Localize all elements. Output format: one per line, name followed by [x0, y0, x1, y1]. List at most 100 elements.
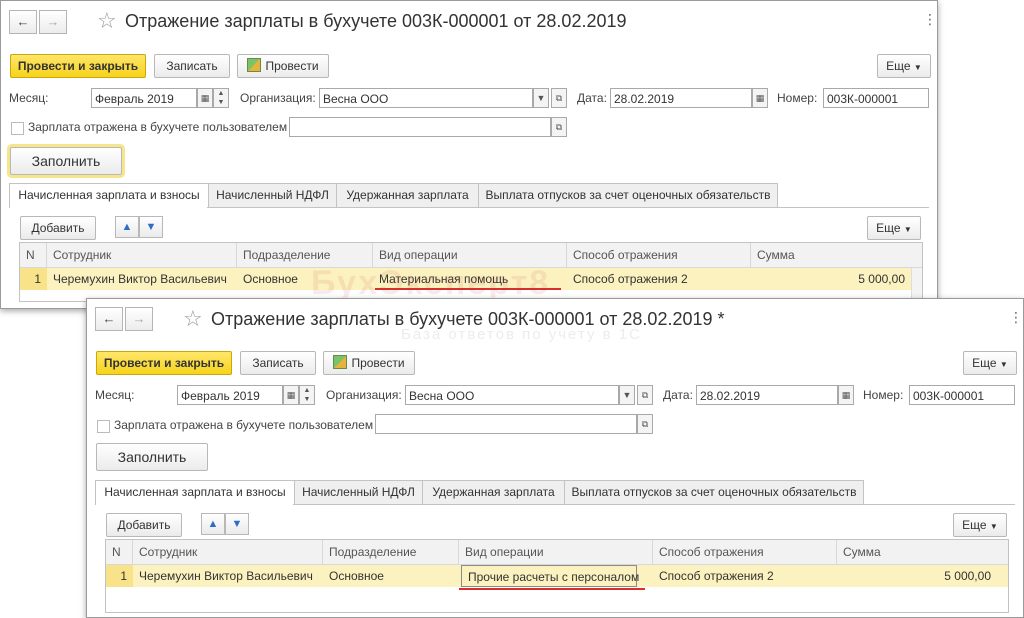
tab-accrued-ndfl[interactable]: Начисленный НДФЛ [208, 183, 337, 207]
organization-field[interactable]: Весна ООО [405, 385, 619, 405]
tab-accrued-salary[interactable]: Начисленная зарплата и взносы [95, 480, 295, 505]
move-down-icon[interactable]: ▼ [139, 216, 163, 238]
cell-department[interactable]: Основное [323, 565, 459, 587]
forward-arrow-icon[interactable]: → [125, 307, 153, 331]
month-field[interactable]: Февраль 2019 [177, 385, 283, 405]
cell-method[interactable]: Способ отражения 2 [653, 565, 837, 587]
column-header-employee[interactable]: Сотрудник [133, 540, 323, 564]
column-header-method[interactable]: Способ отражения [567, 243, 751, 267]
table-more-button[interactable]: Еще ▼ [867, 216, 921, 240]
table-more-label: Еще [962, 518, 987, 532]
more-button[interactable]: Еще ▼ [963, 351, 1017, 375]
table-scrollbar[interactable] [911, 268, 922, 300]
window-menu-icon[interactable]: ⋮ [1009, 309, 1023, 326]
back-arrow-icon[interactable]: ← [9, 10, 37, 34]
month-label: Месяц: [9, 91, 49, 105]
move-up-icon[interactable]: ▲ [201, 513, 225, 535]
cell-employee[interactable]: Черемухин Виктор Васильевич [47, 268, 237, 290]
open-link-icon[interactable]: ⧉ [637, 385, 653, 405]
cell-amount[interactable]: 5 000,00 [751, 268, 911, 290]
date-label: Дата: [663, 388, 693, 402]
cell-employee[interactable]: Черемухин Виктор Васильевич [133, 565, 323, 587]
add-button[interactable]: Добавить [20, 216, 96, 240]
tab-accrued-ndfl[interactable]: Начисленный НДФЛ [294, 480, 423, 504]
column-header-n[interactable]: N [106, 540, 133, 564]
chevron-down-icon: ▼ [989, 522, 998, 531]
fill-button[interactable]: Заполнить [10, 147, 122, 175]
month-stepper[interactable]: ▲ ▼ [299, 385, 315, 405]
move-down-icon[interactable]: ▼ [225, 513, 249, 535]
column-header-operation[interactable]: Вид операции [459, 540, 653, 564]
column-header-department[interactable]: Подразделение [323, 540, 459, 564]
number-label: Номер: [863, 388, 904, 402]
column-header-employee[interactable]: Сотрудник [47, 243, 237, 267]
table-row[interactable]: 1 Черемухин Виктор Васильевич Основное П… [106, 565, 1008, 587]
open-link-icon[interactable]: ⧉ [637, 414, 653, 434]
favorite-star-icon[interactable]: ☆ [97, 9, 117, 33]
table-more-button[interactable]: Еще ▼ [953, 513, 1007, 537]
cell-n[interactable]: 1 [20, 268, 47, 290]
cell-amount[interactable]: 5 000,00 [837, 565, 997, 587]
salary-table: N Сотрудник Подразделение Вид операции С… [105, 539, 1009, 613]
month-stepper[interactable]: ▲ ▼ [213, 88, 229, 108]
fill-button[interactable]: Заполнить [96, 443, 208, 471]
more-button-label: Еще [972, 356, 997, 370]
organization-field[interactable]: Весна ООО [319, 88, 533, 108]
tab-vacation-payments[interactable]: Выплата отпусков за счет оценочных обяза… [564, 480, 864, 504]
calendar-icon[interactable]: ▦ [197, 88, 213, 108]
dropdown-arrow-icon[interactable]: ▼ [619, 385, 635, 405]
user-reflected-checkbox[interactable] [11, 122, 24, 135]
number-label: Номер: [777, 91, 818, 105]
tab-withheld-salary[interactable]: Удержанная зарплата [336, 183, 479, 207]
tab-accrued-salary[interactable]: Начисленная зарплата и взносы [9, 183, 209, 208]
tab-withheld-salary[interactable]: Удержанная зарплата [422, 480, 565, 504]
chevron-down-icon: ▼ [903, 225, 912, 234]
forward-arrow-icon[interactable]: → [39, 10, 67, 34]
date-label: Дата: [577, 91, 607, 105]
dropdown-arrow-icon[interactable]: ▼ [533, 88, 549, 108]
post-and-close-button[interactable]: Провести и закрыть [10, 54, 146, 78]
post-and-close-button[interactable]: Провести и закрыть [96, 351, 232, 375]
post-button-label: Провести [351, 356, 405, 370]
calendar-icon[interactable]: ▦ [838, 385, 854, 405]
calendar-icon[interactable]: ▦ [283, 385, 299, 405]
cell-operation[interactable]: Прочие расчеты с персоналом [461, 565, 639, 587]
user-field[interactable] [375, 414, 637, 434]
column-header-amount[interactable]: Сумма [751, 243, 911, 267]
month-field[interactable]: Февраль 2019 [91, 88, 197, 108]
calendar-icon[interactable]: ▦ [752, 88, 768, 108]
column-header-method[interactable]: Способ отражения [653, 540, 837, 564]
number-field[interactable]: 003К-000001 [823, 88, 929, 108]
open-link-icon[interactable]: ⧉ [551, 88, 567, 108]
cell-method[interactable]: Способ отражения 2 [567, 268, 751, 290]
add-button[interactable]: Добавить [106, 513, 182, 537]
organization-label: Организация: [240, 91, 316, 105]
operation-underline [459, 588, 645, 590]
table-header: N Сотрудник Подразделение Вид операции С… [106, 540, 1008, 565]
date-field[interactable]: 28.02.2019 [696, 385, 838, 405]
save-button[interactable]: Записать [154, 54, 230, 78]
user-reflected-checkbox[interactable] [97, 420, 110, 433]
date-field[interactable]: 28.02.2019 [610, 88, 752, 108]
month-label: Месяц: [95, 388, 135, 402]
column-header-n[interactable]: N [20, 243, 47, 267]
post-button[interactable]: Провести [323, 351, 415, 375]
move-up-icon[interactable]: ▲ [115, 216, 139, 238]
user-field[interactable] [289, 117, 551, 137]
post-button[interactable]: Провести [237, 54, 329, 78]
document-window-2: ← → ☆ Отражение зарплаты в бухучете 003К… [86, 298, 1024, 618]
window-menu-icon[interactable]: ⋮ [923, 11, 937, 28]
post-icon [247, 58, 262, 72]
favorite-star-icon[interactable]: ☆ [183, 307, 203, 331]
column-header-amount[interactable]: Сумма [837, 540, 997, 564]
number-field[interactable]: 003К-000001 [909, 385, 1015, 405]
chevron-down-icon: ▼ [999, 360, 1008, 369]
more-button-label: Еще [886, 59, 911, 73]
back-arrow-icon[interactable]: ← [95, 307, 123, 331]
window-title: Отражение зарплаты в бухучете 003К-00000… [125, 11, 627, 31]
more-button[interactable]: Еще ▼ [877, 54, 931, 78]
tab-vacation-payments[interactable]: Выплата отпусков за счет оценочных обяза… [478, 183, 778, 207]
cell-n[interactable]: 1 [106, 565, 133, 587]
open-link-icon[interactable]: ⧉ [551, 117, 567, 137]
save-button[interactable]: Записать [240, 351, 316, 375]
